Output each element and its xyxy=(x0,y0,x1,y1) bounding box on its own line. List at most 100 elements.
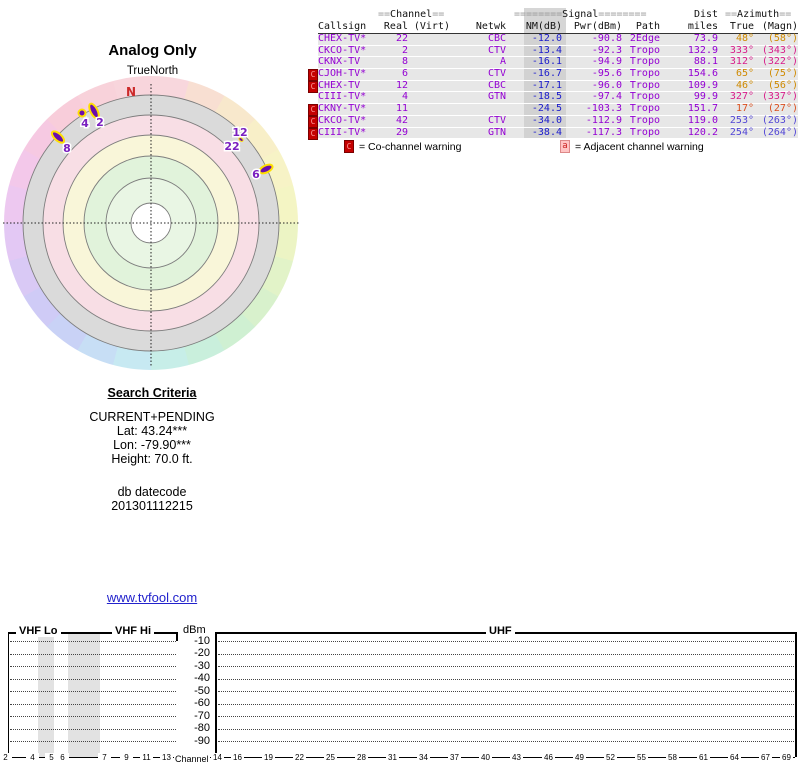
adjacent-channel-legend-text: = Adjacent channel warning xyxy=(575,140,704,153)
cell-miles: 151.7 xyxy=(687,103,718,115)
cell-miles: 132.9 xyxy=(687,44,718,56)
cell-callsign: CKCO-TV* xyxy=(318,114,367,126)
cell-true: 333° xyxy=(729,44,754,56)
channel-tick-label: 55 xyxy=(635,753,648,763)
cell-netwk xyxy=(450,104,506,115)
cell-true: 17° xyxy=(735,103,754,115)
uhf-label: UHF xyxy=(486,625,515,637)
cell-miles: 88.1 xyxy=(693,56,718,68)
table-row: C CHEX-TV 12 CBC -17.1 -96.0 Tropo 109.9 46° (56°… xyxy=(308,79,798,93)
cell-pwr: -94.9 xyxy=(591,56,622,68)
radar-overlay: N 248 1222 6 xyxy=(3,84,299,366)
site-link-wrap: www.tvfool.com xyxy=(32,589,272,607)
co-channel-legend-text: = Co-channel warning xyxy=(359,140,462,153)
channel-shade-band xyxy=(68,634,100,757)
cell-netwk: GTN xyxy=(487,91,506,103)
cell-true: 327° xyxy=(729,91,754,103)
cell-magn: (337°) xyxy=(761,91,798,103)
cell-callsign: CHEX-TV* xyxy=(318,33,367,44)
dbm-scale: -10 -20 -30 -40 -50 -60 -70 -80 -90 xyxy=(178,620,210,768)
channel-tick-label: 37 xyxy=(448,753,461,763)
cell-magn: (263°) xyxy=(761,114,798,126)
cell-real: 42 xyxy=(395,114,408,126)
group-header-dist: Dist xyxy=(694,9,719,20)
group-header-azimuth: ==Azimuth== xyxy=(725,9,792,20)
channel-shade-band xyxy=(38,634,54,757)
cell-nm: -34.0 xyxy=(531,114,562,126)
tvfool-link[interactable]: www.tvfool.com xyxy=(107,590,197,605)
gridline xyxy=(10,703,176,705)
gridline xyxy=(10,716,176,717)
channel-tick-label: 69 xyxy=(780,753,793,763)
search-lat: Lat: 43.24*** xyxy=(116,424,188,438)
group-header-channel: ==Channel== xyxy=(378,9,445,20)
channel-tick-label: 58 xyxy=(666,753,679,763)
cell-netwk: CTV xyxy=(487,44,506,56)
channel-tick-label: 64 xyxy=(728,753,741,763)
cell-netwk: CTV xyxy=(487,114,506,126)
col-real: Real xyxy=(383,21,408,32)
cell-path: 2Edge xyxy=(629,33,660,44)
search-criteria-title: Search Criteria xyxy=(107,386,197,400)
gridline xyxy=(10,728,176,730)
cell-path: Tropo xyxy=(629,114,660,126)
cell-miles: 109.9 xyxy=(687,79,718,91)
gridline xyxy=(218,691,794,692)
col-magn: (Magn) xyxy=(761,21,798,32)
cell-real: 2 xyxy=(401,44,408,56)
cell-miles: 120.2 xyxy=(687,126,718,138)
gridline xyxy=(10,653,176,655)
uhf-panel xyxy=(215,632,797,757)
cell-virt xyxy=(408,69,450,80)
channel-tick-label: 61 xyxy=(697,753,710,763)
gridline xyxy=(218,653,794,655)
gridline xyxy=(218,741,794,742)
gridline xyxy=(218,666,794,667)
channel-tick-label: 6 xyxy=(56,753,69,763)
cell-path: Tropo xyxy=(629,91,660,103)
channel-tick-label: 2 xyxy=(0,753,12,763)
cell-netwk: CBC xyxy=(487,79,506,91)
co-channel-badge-icon: C xyxy=(344,140,354,153)
cell-magn: (27°) xyxy=(767,103,798,115)
cell-real: 8 xyxy=(401,56,408,68)
table-row: C CKNY-TV* 11 -24.5 -103.3 Tropo 151.7 17° (27°) xyxy=(308,103,798,117)
cell-callsign: CIII-TV* xyxy=(318,126,367,138)
cell-miles: 154.6 xyxy=(687,68,718,80)
search-criteria: Search Criteria CURRENT+PENDING Lat: 43.… xyxy=(32,386,272,513)
table-row: CHEX-TV* 22 CBC -12.0 -90.8 2Edge 73.9 48° (58°) xyxy=(318,33,798,45)
dbm-tick-label: -40 xyxy=(194,672,210,684)
cell-virt xyxy=(408,104,450,115)
dbm-tick-label: -90 xyxy=(194,734,210,747)
table-row: C CIII-TV* 29 GTN -38.4 -117.3 Tropo 120.2 254° (… xyxy=(308,126,798,140)
dbm-tick-label: -70 xyxy=(194,709,210,722)
gridline xyxy=(10,691,176,692)
station-marker-label-ch22: 22 xyxy=(224,140,239,153)
cell-virt xyxy=(408,116,450,127)
cell-callsign: CKCO-TV* xyxy=(318,44,367,56)
col-callsign: Callsign xyxy=(318,21,367,32)
cell-miles: 119.0 xyxy=(687,114,718,126)
cell-path: Tropo xyxy=(629,68,660,80)
db-datecode-label: db datecode xyxy=(117,485,187,499)
channel-tick-label: 14 xyxy=(211,753,224,763)
channel-tick-label: 4 xyxy=(26,753,39,763)
cell-path: Tropo xyxy=(629,79,660,91)
cell-nm: -17.1 xyxy=(531,79,562,91)
vhf-panel xyxy=(8,632,178,757)
db-datecode: db datecode 201301112215 xyxy=(32,485,272,513)
col-miles: miles xyxy=(687,21,718,32)
cell-pwr: -95.6 xyxy=(591,68,622,80)
channel-tick-label: 28 xyxy=(355,753,368,763)
cell-virt xyxy=(408,57,450,68)
cell-nm: -16.1 xyxy=(531,56,562,68)
dbm-tick-label: -20 xyxy=(194,647,210,659)
col-virt: (Virt) xyxy=(413,21,450,32)
dbm-tick-label: -30 xyxy=(194,659,210,672)
co-channel-warning-badge: C xyxy=(308,127,318,140)
cell-nm: -16.7 xyxy=(531,68,562,80)
warning-legend: C = Co-channel warning a = Adjacent chan… xyxy=(318,140,798,154)
cell-miles: 73.9 xyxy=(693,33,718,44)
vhf-lo-label: VHF Lo xyxy=(16,625,61,637)
cell-nm: -18.5 xyxy=(531,91,562,103)
